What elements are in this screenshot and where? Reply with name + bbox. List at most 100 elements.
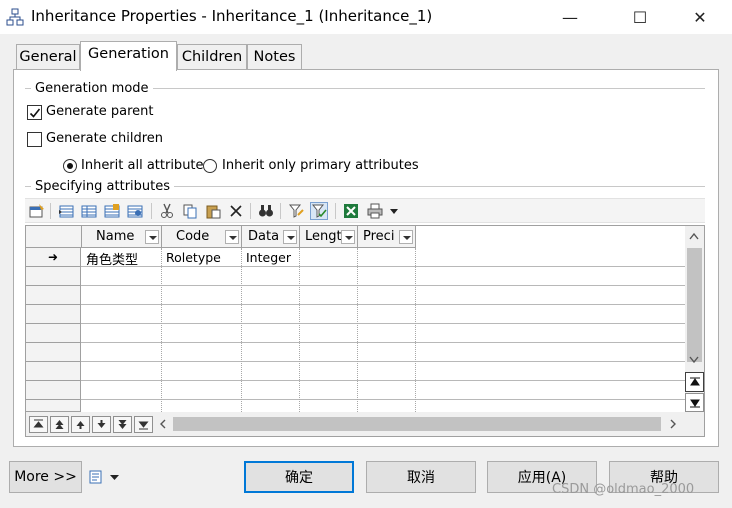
vertical-scrollbar[interactable]: [685, 226, 704, 412]
column-header-name[interactable]: Name: [82, 226, 162, 248]
close-button[interactable]: ✕: [677, 0, 723, 34]
move-down-button[interactable]: [685, 393, 704, 412]
print-icon[interactable]: [366, 202, 384, 220]
grid-corner-header: [26, 226, 82, 248]
copy-icon[interactable]: [181, 202, 199, 220]
minimize-button[interactable]: —: [547, 0, 593, 34]
row-header[interactable]: [26, 286, 81, 305]
inherit-all-radio[interactable]: [63, 159, 77, 173]
tab-label: Notes: [253, 49, 296, 65]
tab-label: Children: [181, 49, 243, 65]
paste-icon[interactable]: [204, 202, 222, 220]
column-header-label: Name: [96, 229, 135, 244]
script-menu-button[interactable]: [88, 466, 124, 488]
row-divider: [81, 380, 685, 381]
chevron-down-icon[interactable]: [399, 230, 413, 244]
move-to-top-button[interactable]: [29, 416, 48, 433]
cut-icon[interactable]: [158, 202, 176, 220]
tab-generation[interactable]: Generation: [80, 41, 177, 71]
column-divider: [415, 248, 416, 412]
column-divider: [161, 248, 162, 412]
chevron-down-icon: [110, 475, 119, 480]
watermark-text: CSDN @oldmao_2000: [552, 482, 695, 497]
column-divider: [357, 248, 358, 412]
scroll-down-icon[interactable]: [689, 356, 699, 364]
ok-button[interactable]: 确定: [244, 461, 354, 493]
row-divider: [81, 304, 685, 305]
row-down-button[interactable]: [92, 416, 111, 433]
scroll-left-icon[interactable]: [159, 419, 167, 429]
maximize-icon: ☐: [632, 7, 648, 27]
chevron-down-icon[interactable]: [145, 230, 159, 244]
add-row-icon[interactable]: [57, 202, 75, 220]
generate-parent-checkbox[interactable]: [27, 105, 42, 120]
inherit-primary-radio[interactable]: [203, 159, 217, 173]
find-icon[interactable]: [257, 202, 275, 220]
cell-code[interactable]: Roletype: [166, 249, 221, 268]
row-up-button[interactable]: [71, 416, 90, 433]
column-header-precision[interactable]: Preci: [358, 226, 416, 248]
move-to-bottom-button[interactable]: [134, 416, 153, 433]
grid-bottom-bar: [26, 412, 704, 436]
horizontal-scroll-thumb[interactable]: [173, 417, 661, 431]
column-header-code[interactable]: Code: [162, 226, 242, 248]
move-bottom-icon: [138, 421, 149, 430]
move-up-button[interactable]: [685, 372, 704, 392]
row-header[interactable]: [26, 362, 81, 381]
inherit-primary-label: Inherit only primary attributes: [222, 158, 419, 173]
cell-name[interactable]: 角色类型: [86, 248, 138, 268]
chevron-down-icon[interactable]: [283, 230, 297, 244]
page-up-button[interactable]: [50, 416, 69, 433]
insert-row-icon[interactable]: [80, 202, 98, 220]
more-button[interactable]: More >>: [9, 461, 82, 493]
scroll-up-icon[interactable]: [689, 232, 699, 240]
row-header[interactable]: [26, 343, 81, 362]
cell-data-type[interactable]: Integer: [246, 249, 291, 268]
dropdown-arrow-icon[interactable]: [387, 202, 401, 220]
tab-general[interactable]: General: [16, 44, 80, 70]
generate-children-label: Generate children: [46, 131, 164, 146]
specifying-attributes-label: Specifying attributes: [31, 179, 175, 194]
generate-children-checkbox[interactable]: [27, 132, 42, 147]
column-header-label: Data: [248, 229, 280, 244]
chevron-down-icon[interactable]: [225, 230, 239, 244]
column-header-data[interactable]: Data: [242, 226, 300, 248]
tab-notes[interactable]: Notes: [247, 44, 302, 70]
chevron-down-icon[interactable]: [341, 230, 355, 244]
cancel-button-label: 取消: [407, 470, 435, 486]
delete-icon[interactable]: [227, 202, 245, 220]
arrow-up-icon: [690, 377, 700, 386]
row-up-icon: [76, 421, 85, 429]
tab-children[interactable]: Children: [177, 44, 247, 70]
reuse-attributes-icon[interactable]: [126, 202, 144, 220]
excel-export-icon[interactable]: [342, 202, 360, 220]
cancel-button[interactable]: 取消: [366, 461, 476, 493]
scroll-right-icon[interactable]: [669, 419, 677, 429]
radio-dot: [67, 163, 73, 169]
tab-label: Generation: [88, 46, 169, 62]
customize-columns-icon[interactable]: [310, 202, 328, 220]
generation-mode-label: Generation mode: [31, 81, 153, 96]
row-header[interactable]: [26, 305, 81, 324]
column-header-length[interactable]: Lengt: [300, 226, 358, 248]
column-header-label: Code: [176, 229, 210, 244]
column-divider: [241, 248, 242, 412]
row-header[interactable]: [26, 400, 81, 412]
current-row-marker[interactable]: ➜: [26, 248, 81, 267]
row-header[interactable]: [26, 324, 81, 343]
properties-icon[interactable]: [28, 202, 46, 220]
maximize-button[interactable]: ☐: [617, 0, 663, 34]
row-divider: [81, 342, 685, 343]
add-attributes-icon[interactable]: [103, 202, 121, 220]
column-header-label: Preci: [363, 229, 395, 244]
page-down-button[interactable]: [113, 416, 132, 433]
row-header[interactable]: [26, 267, 81, 286]
row-header[interactable]: [26, 381, 81, 400]
arrow-down-icon: [690, 399, 700, 408]
filter-icon[interactable]: [287, 202, 305, 220]
page-up-icon: [55, 420, 64, 429]
vertical-scroll-thumb[interactable]: [687, 248, 702, 362]
toolbar-separator: [250, 203, 251, 219]
column-divider: [299, 248, 300, 412]
arrow-right-icon: ➜: [47, 250, 59, 264]
